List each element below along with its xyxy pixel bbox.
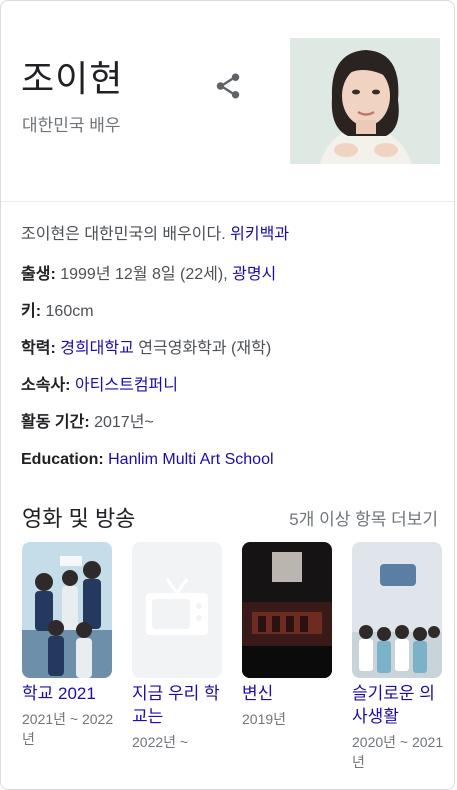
fact-label: Education:	[21, 451, 104, 468]
description-source-link[interactable]: 위키백과	[230, 226, 289, 243]
media-item[interactable]: 학교 2021 2021년 ~ 2022년	[22, 542, 114, 749]
media-years: 2022년 ~	[132, 734, 189, 750]
fact-english-education: Education: Hanlim Multi Art School	[21, 448, 441, 485]
fact-value: 2017년~	[94, 414, 154, 431]
fact-link[interactable]: 경희대학교	[60, 340, 134, 357]
more-items-link[interactable]: 5개 이상 항목 더보기	[289, 505, 438, 530]
fact-value: 160cm	[45, 303, 94, 320]
fact-link[interactable]: 광명시	[232, 266, 276, 283]
fact-label: 학력:	[21, 340, 56, 357]
fact-label: 키:	[21, 303, 42, 320]
fact-label: 활동 기간:	[21, 414, 90, 431]
media-years: 2020년 ~ 2021년	[352, 734, 444, 770]
media-title[interactable]: 지금 우리 학교는	[132, 682, 224, 728]
media-poster	[22, 542, 112, 678]
fact-value: 1999년 12월 8일 (22세),	[60, 266, 228, 283]
entity-subtitle: 대한민국 배우	[22, 116, 121, 135]
media-item[interactable]: 변신 2019년	[242, 542, 334, 729]
fact-active-years: 활동 기간: 2017년~	[21, 411, 441, 448]
fact-education: 학력: 경희대학교 연극영화학과 (재학)	[21, 337, 441, 374]
media-poster-placeholder	[132, 542, 222, 678]
profile-photo[interactable]	[290, 38, 440, 164]
description: 조이현은 대한민국의 배우이다. 위키백과	[21, 220, 289, 244]
fact-link[interactable]: 아티스트컴퍼니	[75, 377, 178, 394]
panel-header: 조이현 대한민국 배우	[1, 1, 454, 201]
fact-label: 출생:	[21, 266, 56, 283]
tv-icon	[146, 578, 208, 635]
fact-link[interactable]: Hanlim Multi Art School	[108, 451, 273, 468]
description-text: 조이현은 대한민국의 배우이다.	[21, 226, 226, 243]
facts-list: 출생: 1999년 12월 8일 (22세), 광명시 키: 160cm 학력:…	[21, 263, 441, 485]
media-poster	[242, 542, 332, 678]
fact-value: 연극영화학과 (재학)	[138, 340, 272, 357]
entity-name: 조이현	[21, 58, 124, 99]
media-title[interactable]: 슬기로운 의사생활	[352, 682, 444, 728]
fact-agency: 소속사: 아티스트컴퍼니	[21, 374, 441, 411]
knowledge-panel: 조이현 대한민국 배우 조이현은 대한민국의 배우이다. 위키백과 출생: 19…	[0, 0, 455, 790]
media-section-title: 영화 및 방송	[22, 506, 136, 531]
header-divider	[1, 201, 454, 202]
share-icon[interactable]	[213, 71, 243, 101]
media-poster	[352, 542, 442, 678]
fact-birth: 출생: 1999년 12월 8일 (22세), 광명시	[21, 263, 441, 300]
media-title[interactable]: 학교 2021	[22, 682, 114, 705]
media-item[interactable]: 슬기로운 의사생활 2020년 ~ 2021년	[352, 542, 444, 772]
media-title[interactable]: 변신	[242, 682, 334, 705]
fact-height: 키: 160cm	[21, 300, 441, 337]
fact-label: 소속사:	[21, 377, 71, 394]
media-years: 2019년	[242, 711, 287, 727]
media-item[interactable]: 지금 우리 학교는 2022년 ~	[132, 542, 224, 752]
media-years: 2021년 ~ 2022년	[22, 711, 114, 747]
